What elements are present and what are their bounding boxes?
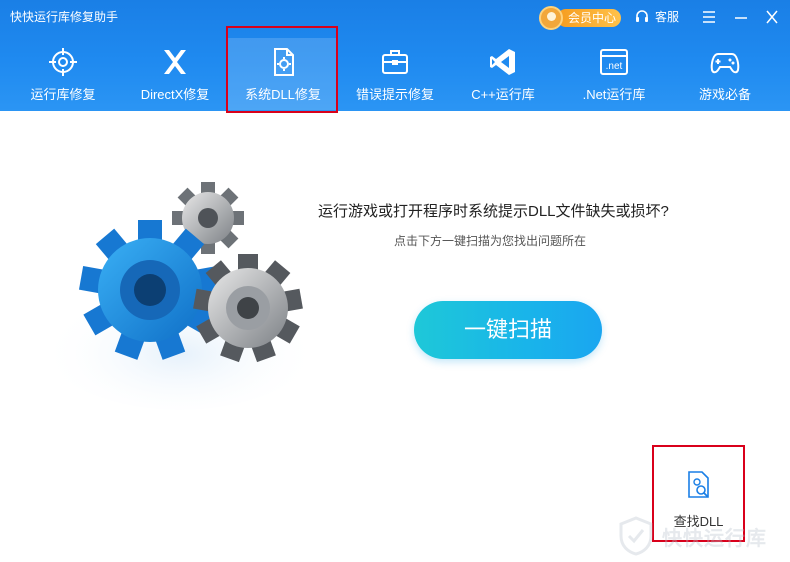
gamepad-icon: [710, 53, 740, 74]
tab-directx-repair[interactable]: DirectX修复: [130, 38, 220, 110]
tab-label: C++运行库: [471, 87, 535, 102]
tab-cpp-runtime[interactable]: C++运行库: [458, 38, 548, 110]
watermark-text: 快快运行库: [662, 528, 767, 550]
customer-service-label: 客服: [655, 10, 680, 24]
shield-logo-icon: [619, 516, 653, 556]
headset-icon: [636, 9, 648, 22]
tab-label: 错误提示修复: [355, 87, 434, 102]
minimize-icon[interactable]: [730, 6, 752, 28]
menu-icon[interactable]: [698, 6, 720, 28]
target-icon: [49, 48, 77, 76]
visual-studio-icon: [490, 49, 515, 75]
gears-illustration: [40, 182, 320, 410]
tab-label: .Net运行库: [582, 87, 646, 102]
highlight-box-dll-tab: [226, 26, 338, 113]
dotnet-badge-text: .net: [606, 61, 623, 72]
scan-hint: 点击下方一键扫描为您找出问题所在: [394, 234, 587, 248]
customer-service-button[interactable]: 客服: [634, 8, 679, 25]
tab-runtime-repair[interactable]: 运行库修复: [18, 38, 108, 110]
tab-error-prompt-repair[interactable]: 错误提示修复: [345, 38, 445, 110]
tab-label: 运行库修复: [30, 87, 96, 102]
tab-game-essentials[interactable]: 游戏必备: [680, 38, 770, 110]
app-title: 快快运行库修复助手: [10, 10, 119, 24]
vip-center-button[interactable]: 会员中心: [539, 6, 623, 30]
toolbox-icon: [382, 50, 408, 74]
dll-problem-question: 运行游戏或打开程序时系统提示DLL文件缺失或损坏?: [318, 203, 669, 220]
main-nav: 运行库修复 DirectX修复 系统DLL修复 错误提示修复 C++运行库 .n…: [0, 38, 790, 110]
title-bar: 快快运行库修复助手 会员中心 客服 运行库修复 DirectX修复 系统DLL修…: [0, 0, 790, 111]
directx-icon: [164, 50, 186, 74]
watermark: 快快运行库: [610, 512, 790, 560]
user-avatar-icon: [539, 6, 563, 30]
tab-label: DirectX修复: [140, 87, 210, 102]
close-icon[interactable]: [761, 6, 783, 28]
vip-center-label: 会员中心: [557, 9, 621, 27]
one-click-scan-button[interactable]: 一键扫描: [414, 301, 602, 359]
tab-dotnet-runtime[interactable]: .net .Net运行库: [569, 38, 659, 110]
dotnet-icon: .net: [600, 49, 628, 75]
tab-label: 游戏必备: [698, 87, 751, 102]
